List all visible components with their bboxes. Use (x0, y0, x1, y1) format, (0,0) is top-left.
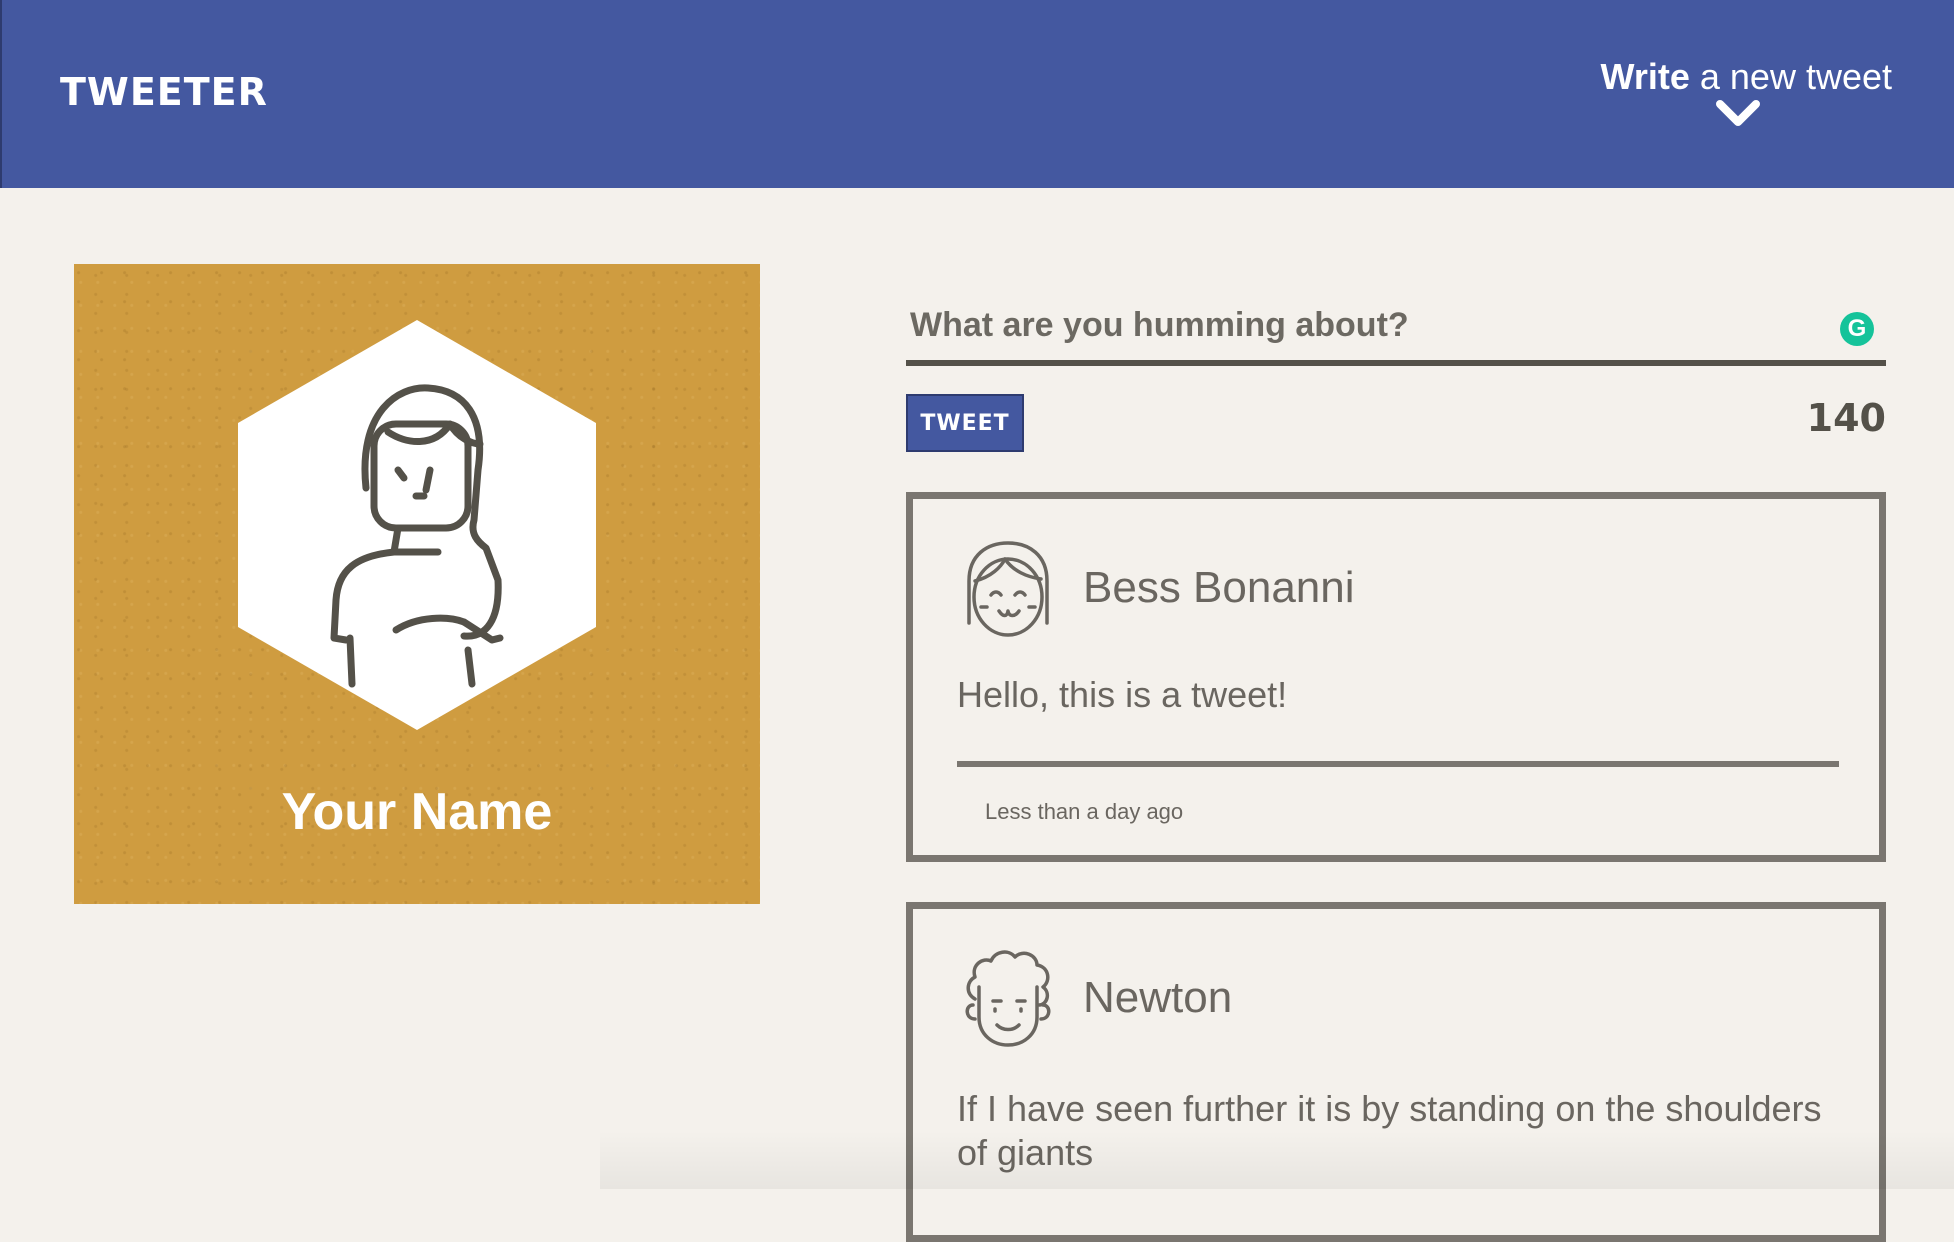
tweet-card: Bess Bonanni Hello, this is a tweet! Les… (906, 492, 1886, 862)
char-counter: 140 (1806, 396, 1886, 440)
tweet-timestamp: Less than a day ago (985, 799, 1184, 824)
brand-logo[interactable]: TWEETER (60, 70, 268, 114)
tweet-divider (957, 761, 1839, 767)
tweet-author: Bess Bonanni (1083, 563, 1355, 612)
girl-avatar-icon (967, 541, 1049, 637)
write-label-rest: a new tweet (1689, 56, 1892, 97)
tweet-input[interactable] (906, 264, 1886, 366)
tweet-card: Newton If I have seen further it is by s… (906, 902, 1886, 1242)
curly-man-avatar-icon (965, 950, 1051, 1047)
grammarly-icon[interactable]: G (1840, 312, 1874, 346)
tweet-text: Hello, this is a tweet! (957, 674, 1288, 715)
profile-card: Your Name (74, 264, 760, 904)
write-new-tweet-toggle[interactable]: Write a new tweet (1592, 56, 1892, 131)
tweet-author: Newton (1083, 973, 1233, 1022)
write-label-bold: Write (1600, 56, 1690, 97)
bottom-shadow (600, 1130, 1954, 1189)
profile-name: Your Name (281, 783, 553, 841)
write-new-tweet-label[interactable]: Write a new tweet (1592, 56, 1892, 98)
top-nav: TWEETER Write a new tweet (0, 0, 1954, 188)
tweet-button[interactable]: TWEET (906, 394, 1024, 452)
woman-avatar-icon (238, 320, 596, 730)
chevron-down-icon[interactable] (1716, 98, 1760, 128)
